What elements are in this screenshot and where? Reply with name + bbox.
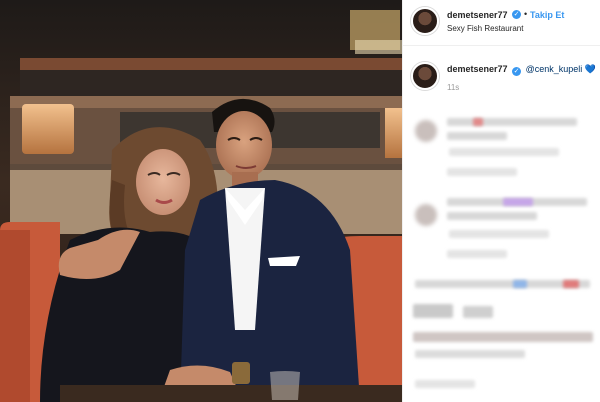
verified-badge-icon: ✓ (512, 67, 522, 76)
author-username[interactable]: demetsener77 (447, 10, 508, 20)
caption-mention[interactable]: @cenk_kupeli (526, 64, 583, 74)
author-avatar[interactable] (411, 7, 439, 35)
comment-meta (449, 230, 549, 238)
post-photo[interactable] (0, 0, 402, 402)
comment-replies (447, 168, 517, 176)
comment-meta (449, 148, 559, 156)
comment-text (447, 212, 537, 220)
comment-text (447, 132, 507, 140)
comment-avatar (415, 120, 437, 142)
comment-text (463, 306, 493, 318)
post-location[interactable]: Sexy Fish Restaurant (447, 24, 523, 33)
post-side-panel: demetsener77 ✓ • Takip Et Sexy Fish Rest… (402, 0, 600, 402)
verified-badge-icon: ✓ (512, 10, 521, 19)
caption-timestamp: 11s (447, 83, 460, 92)
comment-emoji-icon (563, 280, 579, 288)
header-separator: • (524, 9, 528, 19)
comment-text (447, 118, 577, 126)
caption-line: demetsener77 ✓ @cenk_kupeli 💙 (447, 64, 596, 76)
comment-avatar (415, 204, 437, 226)
post-caption: demetsener77 ✓ @cenk_kupeli 💙 11s (403, 46, 600, 96)
blue-heart-icon: 💙 (584, 64, 596, 74)
comment-text (413, 332, 593, 342)
comments-list (403, 110, 600, 402)
comment-text (413, 304, 453, 318)
caption-author-avatar[interactable] (411, 62, 439, 90)
follow-button[interactable]: Takip Et (530, 10, 564, 20)
comment-replies (447, 250, 507, 258)
comment-emoji-icon (503, 198, 533, 206)
caption-username[interactable]: demetsener77 (447, 64, 508, 74)
comment-meta (415, 380, 475, 388)
comment-text (415, 350, 525, 358)
post-header: demetsener77 ✓ • Takip Et Sexy Fish Rest… (403, 0, 600, 46)
comment-emoji-icon (473, 118, 483, 126)
post-photo-illustration (0, 0, 402, 402)
comment-emoji-icon (513, 280, 527, 288)
